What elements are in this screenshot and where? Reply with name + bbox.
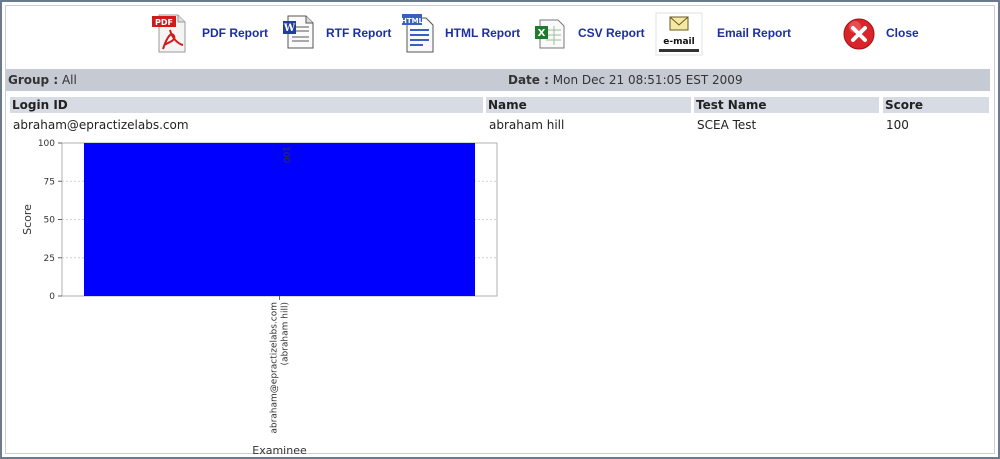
- x-tick-label: abraham@epractizelabs.com: [270, 302, 280, 434]
- score-bar-chart: 0 25 50 75 100 Score 100 abraham@epractizelabs.…: [21, 139, 498, 457]
- y-tick-label: 100: [38, 139, 55, 149]
- y-tick-label: 25: [44, 254, 55, 264]
- y-tick-label: 0: [49, 292, 55, 302]
- x-axis-title: Examinee: [252, 444, 307, 457]
- y-tick-label: 50: [44, 216, 56, 226]
- y-tick-label: 75: [44, 177, 55, 187]
- x-tick-label: (abraham hill): [281, 302, 291, 366]
- bar: [84, 143, 475, 296]
- y-axis-title: Score: [21, 204, 34, 235]
- bar-value-label: 100: [281, 146, 291, 163]
